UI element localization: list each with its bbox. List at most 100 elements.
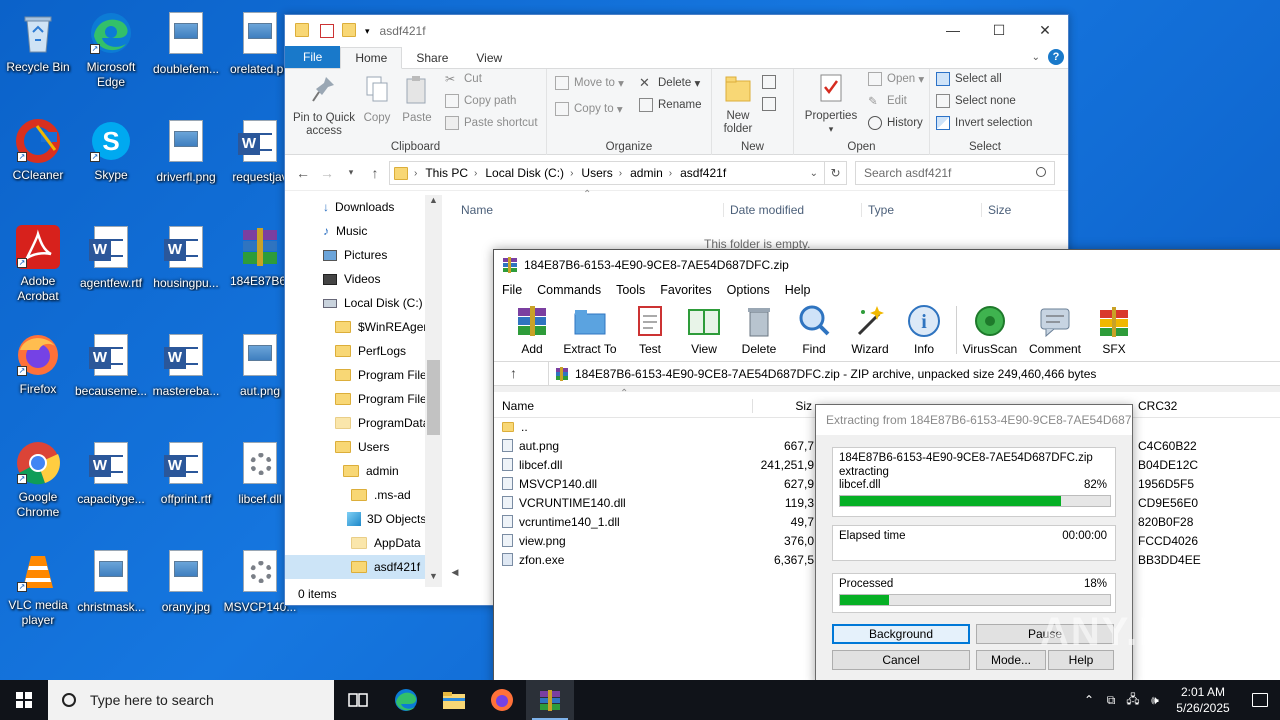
select-all-button[interactable]: Select all bbox=[936, 69, 1002, 89]
volume-icon[interactable]: 🕪 bbox=[1144, 693, 1166, 708]
add-button[interactable]: Add bbox=[502, 304, 562, 356]
desktop-icon-rtf[interactable]: W agentfew.rtf bbox=[73, 224, 149, 291]
column-size[interactable]: Siz bbox=[752, 399, 812, 413]
nav-item-music[interactable]: ♪ Music bbox=[285, 219, 442, 243]
nav-item-3d-objects[interactable]: 3D Objects bbox=[285, 507, 442, 531]
rename-button[interactable]: Rename bbox=[639, 95, 701, 115]
desktop-icon-file[interactable]: christmask... bbox=[73, 548, 149, 615]
nav-item-asdf421f[interactable]: asdf421f bbox=[285, 555, 442, 579]
column-name[interactable]: Name bbox=[502, 399, 534, 413]
tray-overflow-chevron-icon[interactable]: ⌃ bbox=[1078, 693, 1100, 707]
ribbon-collapse-icon[interactable]: ⌄ bbox=[1032, 52, 1040, 63]
nav-item-program-files[interactable]: Program Files bbox=[285, 363, 442, 387]
desktop-icon-file[interactable]: doublefem... bbox=[148, 10, 224, 77]
desktop-icon-rtf[interactable]: W housingpu... bbox=[148, 224, 224, 291]
find-button[interactable]: Find bbox=[784, 304, 844, 356]
notification-icon[interactable] bbox=[1240, 693, 1280, 707]
scroll-up-icon[interactable]: ▲ bbox=[425, 195, 442, 211]
menu-tools[interactable]: Tools bbox=[616, 283, 645, 297]
tab-share[interactable]: Share bbox=[402, 48, 462, 68]
delete-button[interactable]: Delete bbox=[729, 304, 789, 356]
cut-button[interactable]: ✂ Cut bbox=[445, 69, 482, 89]
info-button[interactable]: i Info bbox=[894, 304, 954, 356]
breadcrumb[interactable]: › This PC › Local Disk (C:) › Users › admin… bbox=[389, 161, 825, 185]
desktop-icon-google-chrome[interactable]: ↗ Google Chrome bbox=[0, 440, 76, 520]
network-icon[interactable]: 🖧 bbox=[1122, 690, 1144, 711]
properties-check-icon[interactable] bbox=[320, 24, 334, 38]
nav-item-appdata[interactable]: AppData bbox=[285, 531, 442, 555]
taskbar-file-explorer-button[interactable] bbox=[430, 680, 478, 720]
nav-item-ms-ad[interactable]: .ms-ad bbox=[285, 483, 442, 507]
taskbar-search-box[interactable]: Type here to search bbox=[48, 680, 334, 720]
desktop-icon-rtf[interactable]: W becauseme... bbox=[73, 332, 149, 399]
desktop-icon-ccleaner[interactable]: ↗ CCleaner bbox=[0, 118, 76, 183]
desktop-icon-edge[interactable]: ↗ Microsoft Edge bbox=[73, 10, 149, 90]
scroll-thumb[interactable] bbox=[427, 360, 440, 435]
nav-item-perflogs[interactable]: PerfLogs bbox=[285, 339, 442, 363]
recent-locations-icon[interactable]: ▾ bbox=[339, 167, 363, 178]
horizontal-scroll-left-icon[interactable]: ◀ bbox=[445, 567, 465, 583]
nav-scrollbar[interactable]: ▲ ▼ bbox=[425, 195, 442, 587]
tab-view[interactable]: View bbox=[462, 48, 516, 68]
select-none-button[interactable]: Select none bbox=[936, 91, 1016, 111]
breadcrumb-this-pc[interactable]: This PC bbox=[425, 166, 468, 180]
column-size[interactable]: Size bbox=[981, 203, 1011, 217]
winrar-titlebar[interactable]: 184E87B6-6153-4E90-9CE8-7AE54D687DFC.zip bbox=[494, 250, 1280, 280]
maximize-button[interactable]: ☐ bbox=[976, 15, 1022, 45]
breadcrumb-asdf421f[interactable]: asdf421f bbox=[680, 166, 726, 180]
sfx-button[interactable]: SFX bbox=[1084, 304, 1144, 356]
network-device-icon[interactable]: ⧉ bbox=[1100, 693, 1122, 708]
quick-access-dropdown-icon[interactable]: ▾ bbox=[365, 26, 370, 37]
desktop-icon-firefox[interactable]: ↗ Firefox bbox=[0, 332, 76, 397]
background-button[interactable]: Background bbox=[832, 624, 970, 644]
taskbar-edge-button[interactable] bbox=[382, 680, 430, 720]
start-button[interactable] bbox=[0, 680, 48, 720]
copy-to-button[interactable]: Copy to ▾ bbox=[555, 99, 623, 119]
desktop-icon-file[interactable]: driverfl.png bbox=[148, 118, 224, 185]
task-view-button[interactable] bbox=[334, 680, 382, 720]
taskbar-clock[interactable]: 2:01 AM 5/26/2025 bbox=[1166, 684, 1240, 716]
column-crc32[interactable]: CRC32 bbox=[1138, 399, 1177, 413]
wizard-button[interactable]: Wizard bbox=[840, 304, 900, 356]
desktop-icon-rtf[interactable]: W capacityge... bbox=[73, 440, 149, 507]
nav-item-users[interactable]: Users bbox=[285, 435, 442, 459]
desktop-icon-rtf[interactable]: W mastereba... bbox=[148, 332, 224, 399]
copy-path-button[interactable]: Copy path bbox=[445, 91, 516, 111]
taskbar-winrar-button[interactable] bbox=[526, 680, 574, 720]
properties-button[interactable]: Properties ▾ bbox=[802, 73, 860, 136]
path-dropdown-icon[interactable]: ⌄ bbox=[810, 168, 818, 179]
tab-home[interactable]: Home bbox=[340, 47, 403, 69]
nav-item-winreagent[interactable]: $WinREAgent bbox=[285, 315, 442, 339]
test-button[interactable]: Test bbox=[620, 304, 680, 356]
virusscan-button[interactable]: VirusScan bbox=[960, 304, 1020, 356]
extract-to-button[interactable]: Extract To bbox=[560, 304, 620, 356]
nav-item-programdata[interactable]: ProgramData bbox=[285, 411, 442, 435]
invert-selection-button[interactable]: Invert selection bbox=[936, 113, 1032, 133]
new-item-icon[interactable] bbox=[762, 75, 776, 89]
menu-help[interactable]: Help bbox=[785, 283, 811, 297]
menu-commands[interactable]: Commands bbox=[537, 283, 601, 297]
back-arrow-icon[interactable]: ← bbox=[291, 165, 315, 181]
desktop-icon-vlc[interactable]: ↗ VLC media player bbox=[0, 548, 76, 628]
nav-item-pictures[interactable]: Pictures bbox=[285, 243, 442, 267]
desktop-icon-skype[interactable]: S ↗ Skype bbox=[73, 118, 149, 183]
up-arrow-icon[interactable]: ↑ bbox=[510, 365, 517, 381]
edit-button[interactable]: ✎ Edit bbox=[868, 91, 907, 111]
minimize-button[interactable]: — bbox=[930, 15, 976, 45]
copy-button[interactable]: Copy bbox=[359, 75, 395, 125]
desktop-icon-file[interactable]: orany.jpg bbox=[148, 548, 224, 615]
taskbar-firefox-button[interactable] bbox=[478, 680, 526, 720]
help-icon[interactable]: ? bbox=[1048, 49, 1064, 65]
easy-access-icon[interactable] bbox=[762, 97, 776, 111]
menu-favorites[interactable]: Favorites bbox=[660, 283, 711, 297]
menu-options[interactable]: Options bbox=[727, 283, 770, 297]
nav-item-program-files-x86[interactable]: Program Files bbox=[285, 387, 442, 411]
forward-arrow-icon[interactable]: → bbox=[315, 165, 339, 181]
menu-file[interactable]: File bbox=[502, 283, 522, 297]
pin-quick-access-button[interactable]: Pin to Quick access bbox=[291, 75, 357, 138]
close-button[interactable]: ✕ bbox=[1022, 15, 1068, 45]
desktop-icon-adobe-acrobat[interactable]: ↗ Adobe Acrobat bbox=[0, 224, 76, 304]
archive-path-field[interactable]: 184E87B6-6153-4E90-9CE8-7AE54D687DFC.zip… bbox=[548, 362, 1280, 386]
paste-shortcut-button[interactable]: Paste shortcut bbox=[445, 113, 538, 133]
breadcrumb-local-disk[interactable]: Local Disk (C:) bbox=[485, 166, 564, 180]
